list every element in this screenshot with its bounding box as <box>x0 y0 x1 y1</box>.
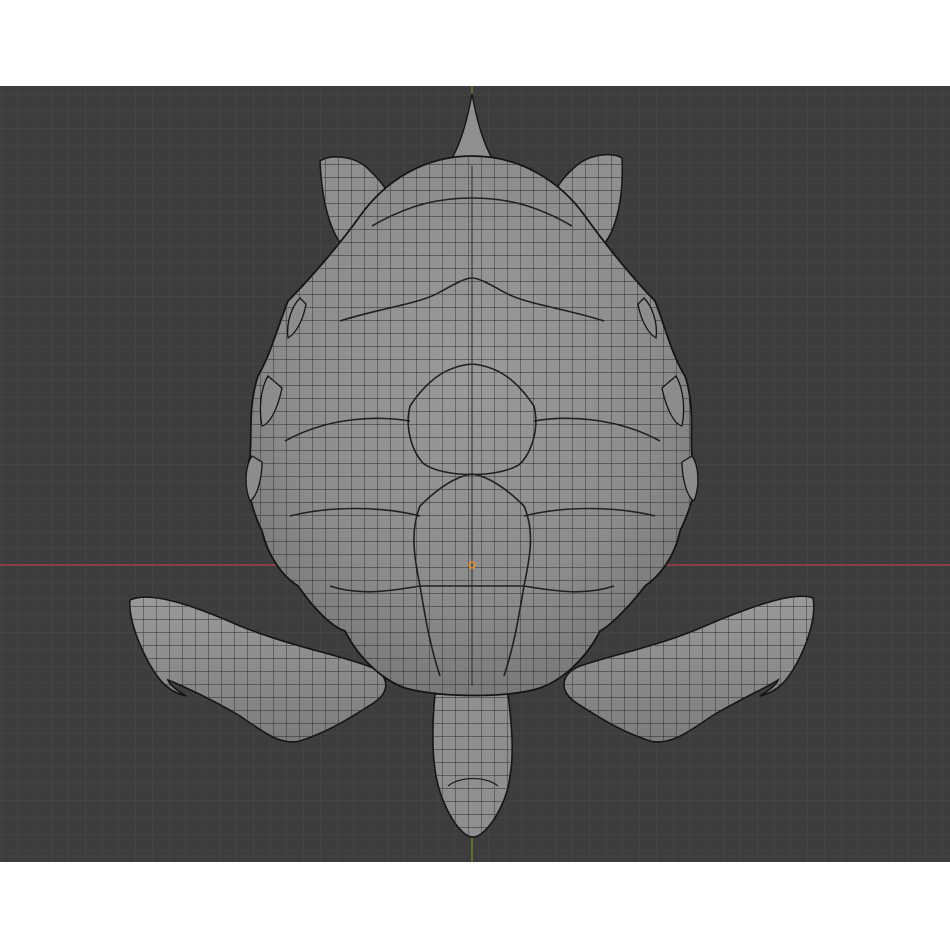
white-frame-top <box>0 0 950 86</box>
3d-viewport[interactable] <box>0 86 950 862</box>
viewport-canvas[interactable] <box>0 86 950 862</box>
white-frame-bottom <box>0 862 950 950</box>
